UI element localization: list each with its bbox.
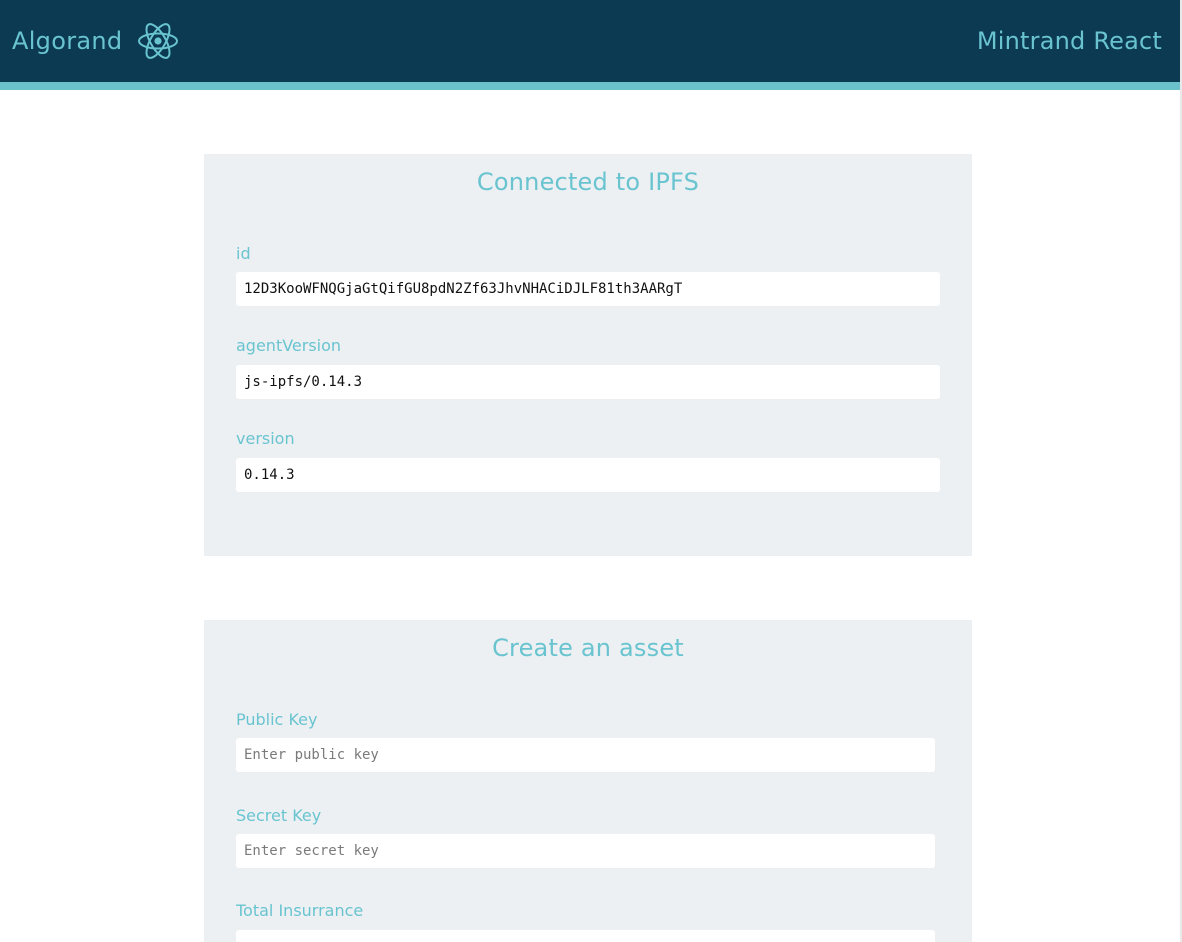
create-asset-title: Create an asset [492,634,684,662]
id-value-field[interactable]: 12D3KooWFNQGjaGtQifGU8pdN2Zf63JhvNHACiDJ… [236,272,940,306]
ipfs-card-title: Connected to IPFS [476,168,700,196]
ipfs-connection-card: Connected to IPFS id 12D3KooWFNQGjaGtQif… [204,154,972,556]
top-navbar: Algorand Mintrand React [0,0,1180,90]
page: Algorand Mintrand React Connected to IPF… [0,0,1182,942]
brand[interactable]: Algorand [12,0,180,82]
total-insurance-label: Total Insurrance [236,901,364,920]
app-title: Mintrand React [976,27,1162,55]
version-value-field[interactable]: 0.14.3 [236,458,940,492]
agent-version-value-field[interactable]: js-ipfs/0.14.3 [236,365,940,399]
id-label: id [236,244,251,263]
public-key-input[interactable] [236,738,935,772]
public-key-label: Public Key [236,710,318,729]
brand-name: Algorand [12,27,123,55]
agent-version-label: agentVersion [236,336,342,355]
version-label: version [236,429,295,448]
secret-key-input[interactable] [236,834,935,868]
create-asset-card: Create an asset Public Key Secret Key To… [204,620,972,942]
secret-key-label: Secret Key [236,806,322,825]
react-atom-icon [138,23,179,59]
total-insurance-input[interactable] [236,930,935,942]
